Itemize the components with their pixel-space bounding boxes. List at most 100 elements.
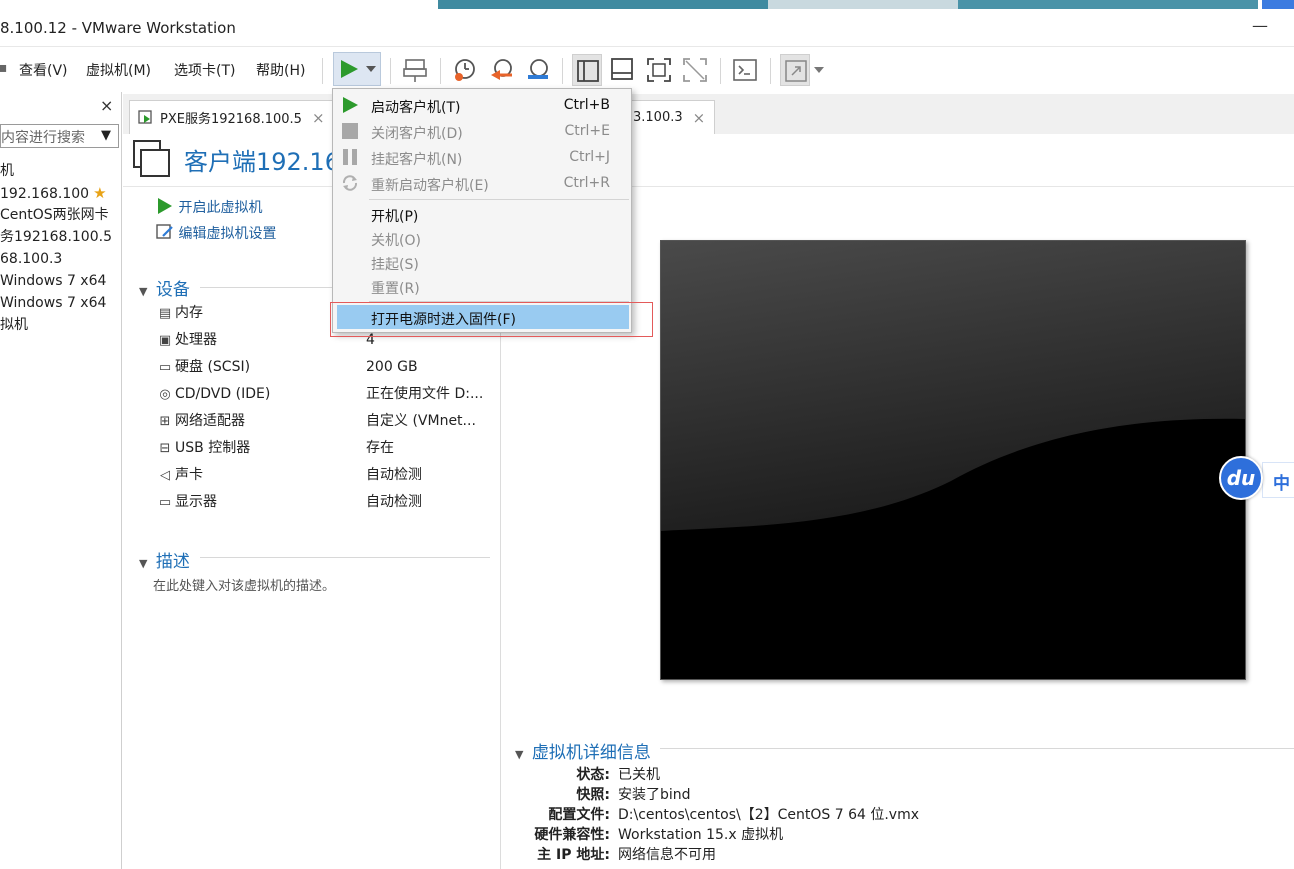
tab-pxe-server[interactable]: PXE服务192168.100.5 × — [129, 100, 336, 134]
power-dropdown-button[interactable] — [333, 52, 381, 86]
menu-item-label: 关机(O) — [371, 233, 421, 249]
devices-section-header[interactable]: ▼ 设备 — [139, 275, 190, 300]
device-value: 正在使用文件 D:... — [366, 386, 484, 402]
device-row[interactable]: ◎ CD/DVD (IDE) 正在使用文件 D:... — [155, 381, 495, 408]
library-item[interactable]: 机 — [0, 160, 120, 182]
menu-item-suspend[interactable]: 挂起(S) — [334, 250, 630, 274]
input-method-label[interactable]: 中 — [1262, 462, 1294, 498]
description-field[interactable]: 在此处键入对该虚拟机的描述。 — [153, 575, 335, 594]
unity-mode-icon[interactable] — [682, 57, 708, 83]
window-title: 8.100.12 - VMware Workstation — [0, 19, 236, 37]
menu-item-power-off[interactable]: 关机(O) — [334, 226, 630, 250]
library-item[interactable]: 务192168.100.5 — [0, 226, 120, 248]
detail-label: 主 IP 地址: — [537, 847, 610, 863]
devices-heading: 设备 — [155, 280, 190, 300]
detail-value: D:\centos\centos\【2】CentOS 7 64 位.vmx — [618, 807, 920, 823]
device-row[interactable]: ◁ 声卡 自动检测 — [155, 462, 495, 489]
vm-screen-preview[interactable] — [660, 240, 1246, 680]
device-value: 自定义 (VMnet... — [366, 413, 476, 429]
menu-item-reset[interactable]: 重置(R) — [334, 274, 630, 298]
cpu-icon: ▣ — [158, 333, 172, 348]
menu-item-shutdown-guest[interactable]: 关闭客户机(D) Ctrl+E — [334, 118, 630, 144]
details-section-header[interactable]: ▼ 虚拟机详细信息 — [515, 738, 651, 763]
stretch-guest-button[interactable] — [780, 54, 810, 86]
detail-row: 配置文件: D:\centos\centos\【2】CentOS 7 64 位.v… — [500, 804, 1294, 824]
device-row[interactable]: ▭ 显示器 自动检测 — [155, 489, 495, 516]
section-divider — [660, 748, 1294, 749]
menu-item-restart-guest[interactable]: 重新启动客户机(E) Ctrl+R — [334, 170, 630, 196]
chevron-down-icon[interactable] — [814, 66, 824, 74]
menu-item-shortcut: Ctrl+E — [564, 123, 611, 139]
menu-item-suspend-guest[interactable]: 挂起客户机(N) Ctrl+J — [334, 144, 630, 170]
collapse-icon: ▼ — [515, 748, 524, 761]
tab-label: 3.100.3 — [633, 110, 683, 125]
menu-item-label: 重新启动客户机(E) — [371, 178, 489, 194]
menu-item-shortcut: Ctrl+R — [563, 175, 610, 191]
send-ctrl-alt-del-icon[interactable] — [401, 56, 429, 84]
chevron-down-icon — [366, 66, 376, 72]
pause-icon — [343, 149, 357, 165]
menu-view[interactable]: 查看(V) — [19, 60, 68, 80]
menu-item-shortcut: Ctrl+B — [563, 97, 610, 113]
menu-item-shortcut: Ctrl+J — [569, 149, 610, 165]
desktop-strip — [0, 0, 1294, 10]
description-section-header[interactable]: ▼ 描述 — [139, 547, 190, 572]
full-screen-icon[interactable] — [646, 57, 672, 83]
device-name: 处理器 — [175, 332, 217, 348]
vm-title: 客户端192.16 — [184, 148, 340, 176]
detail-row: 快照: 安装了bind — [500, 784, 1294, 804]
console-icon[interactable] — [732, 57, 758, 83]
thumbnail-bar-icon[interactable] — [610, 57, 636, 83]
collapse-icon: ▼ — [139, 557, 148, 570]
device-name: 声卡 — [175, 467, 203, 483]
menu-item-label: 开机(P) — [371, 209, 419, 225]
detail-value: 安装了bind — [618, 787, 691, 803]
library-item-label: 务192168.100.5 — [0, 229, 112, 245]
memory-icon: ▤ — [158, 306, 172, 321]
toolbar-separator — [322, 58, 323, 84]
details-list: 状态: 已关机 快照: 安装了bind 配置文件: D:\centos\centos\… — [500, 764, 1294, 864]
desktop-thumbnail — [768, 0, 958, 9]
library-pane: × 内容进行搜索 ▼ 机 192.168.100 ★ CentOS两张网卡 务19… — [0, 92, 122, 869]
library-item[interactable]: Windows 7 x64 — [0, 270, 120, 292]
show-library-button[interactable] — [572, 54, 602, 86]
menu-item-power-on[interactable]: 开机(P) — [334, 202, 630, 226]
library-item-label: CentOS两张网卡 — [0, 207, 109, 223]
detail-row: 硬件兼容性: Workstation 15.x 虚拟机 — [500, 824, 1294, 844]
close-library-button[interactable]: × — [100, 96, 113, 115]
library-item-label: Windows 7 x64 — [0, 273, 107, 289]
menu-vm[interactable]: 虚拟机(M) — [86, 60, 151, 80]
library-item[interactable]: 68.100.3 — [0, 248, 120, 270]
device-row[interactable]: ⊟ USB 控制器 存在 — [155, 435, 495, 462]
snapshot-manager-icon[interactable] — [524, 56, 552, 84]
details-heading: 虚拟机详细信息 — [531, 743, 651, 763]
device-value: 自动检测 — [366, 494, 422, 510]
device-row[interactable]: ▭ 硬盘 (SCSI) 200 GB — [155, 354, 495, 381]
library-item[interactable]: 192.168.100 ★ — [0, 182, 120, 204]
close-tab-icon[interactable]: × — [312, 109, 325, 127]
close-tab-icon[interactable]: × — [693, 109, 706, 127]
device-row[interactable]: ⊞ 网络适配器 自定义 (VMnet... — [155, 408, 495, 435]
menu-item-start-guest[interactable]: 启动客户机(T) Ctrl+B — [334, 92, 630, 118]
sound-icon: ◁ — [160, 468, 170, 483]
search-dropdown-icon[interactable]: ▼ — [101, 128, 111, 143]
toolbar-separator — [720, 58, 721, 84]
library-item[interactable]: CentOS两张网卡 — [0, 204, 120, 226]
section-divider — [200, 557, 490, 558]
edit-settings-link[interactable]: 编辑虚拟机设置 — [156, 223, 276, 243]
baidu-input-icon[interactable]: du — [1219, 456, 1263, 500]
revert-snapshot-icon[interactable] — [488, 56, 516, 84]
menu-tabs[interactable]: 选项卡(T) — [174, 60, 235, 80]
device-name: 显示器 — [175, 494, 217, 510]
device-value: 存在 — [366, 440, 394, 456]
tab-label: PXE服务192168.100.5 — [160, 112, 302, 127]
device-value: 200 GB — [366, 359, 418, 375]
snapshot-icon[interactable] — [451, 56, 479, 84]
menu-help[interactable]: 帮助(H) — [256, 60, 305, 80]
library-item[interactable]: 拟机 — [0, 314, 120, 336]
detail-value: 已关机 — [618, 767, 660, 783]
minimize-button[interactable]: — — [1250, 16, 1270, 40]
library-tree: 机 192.168.100 ★ CentOS两张网卡 务192168.100.5 … — [0, 160, 120, 336]
library-item[interactable]: Windows 7 x64 — [0, 292, 120, 314]
power-on-link[interactable]: 开启此虚拟机 — [156, 197, 262, 217]
